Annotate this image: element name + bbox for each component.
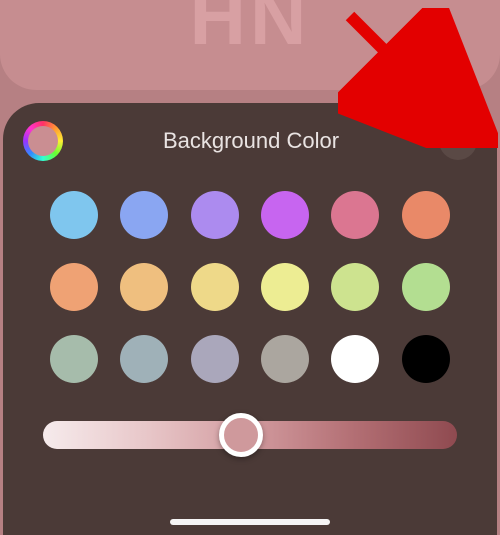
color-swatch[interactable] — [402, 191, 450, 239]
color-swatch[interactable] — [261, 191, 309, 239]
close-button[interactable] — [439, 122, 477, 160]
color-swatch[interactable] — [191, 191, 239, 239]
color-swatch[interactable] — [50, 335, 98, 383]
slider-thumb[interactable] — [219, 413, 263, 457]
color-swatch[interactable] — [191, 335, 239, 383]
color-swatch[interactable] — [120, 191, 168, 239]
color-swatch[interactable] — [402, 263, 450, 311]
background-color-panel: Background Color — [3, 103, 497, 535]
panel-title: Background Color — [63, 128, 439, 154]
swatch-grid — [23, 185, 477, 383]
color-swatch[interactable] — [261, 335, 309, 383]
color-swatch[interactable] — [331, 263, 379, 311]
color-swatch[interactable] — [331, 191, 379, 239]
color-swatch[interactable] — [120, 335, 168, 383]
color-swatch[interactable] — [331, 335, 379, 383]
panel-header: Background Color — [23, 121, 477, 161]
color-swatch[interactable] — [50, 191, 98, 239]
wallpaper-preview: HN — [0, 0, 500, 90]
home-indicator[interactable] — [170, 519, 330, 525]
close-icon — [450, 133, 466, 149]
color-picker-icon[interactable] — [23, 121, 63, 161]
color-swatch[interactable] — [191, 263, 239, 311]
monogram-text: HN — [190, 0, 311, 63]
color-swatch[interactable] — [261, 263, 309, 311]
color-swatch[interactable] — [402, 335, 450, 383]
color-swatch[interactable] — [50, 263, 98, 311]
tint-slider[interactable] — [23, 421, 477, 449]
color-swatch[interactable] — [120, 263, 168, 311]
